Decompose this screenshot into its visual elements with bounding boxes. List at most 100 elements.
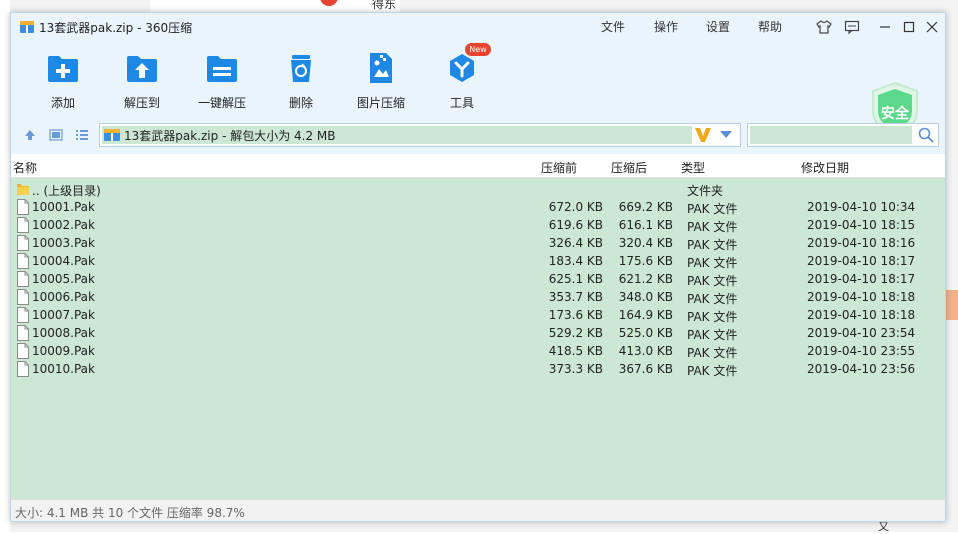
add-folder-icon <box>48 56 78 82</box>
file-row[interactable]: 10001.Pak 672.0 KB 669.2 KB PAK 文件 2019-04-1… <box>11 198 945 216</box>
column-name[interactable]: 名称 <box>13 159 37 176</box>
skin-icon[interactable] <box>814 17 834 37</box>
file-modified: 2019-04-10 23:54 <box>807 326 916 340</box>
zip-app-icon <box>20 21 34 33</box>
file-row[interactable]: 10003.Pak 326.4 KB 320.4 KB PAK 文件 2019-04-1… <box>11 234 945 252</box>
file-name: 10010.Pak <box>32 362 95 376</box>
file-modified: 2019-04-10 23:56 <box>807 362 916 376</box>
file-row[interactable]: 10004.Pak 183.4 KB 175.6 KB PAK 文件 2019-04-1… <box>11 252 945 270</box>
image-compress-label: 图片压缩 <box>356 96 405 110</box>
file-name: 10009.Pak <box>32 344 95 358</box>
column-size[interactable]: 压缩后 <box>611 159 647 176</box>
file-row[interactable]: 10005.Pak 625.1 KB 621.2 KB PAK 文件 2019-04-1… <box>11 270 945 288</box>
menu-operation[interactable]: 操作 <box>654 18 678 35</box>
background-window-fragment: 得东设置版本子 <box>150 0 400 62</box>
image-compress-button[interactable]: 图片压缩 <box>349 51 413 111</box>
file-packed-size: 672.0 KB <box>548 200 603 214</box>
file-size: 413.0 KB <box>618 344 673 358</box>
security-label: 安全 <box>881 106 909 122</box>
file-name: 10006.Pak <box>32 290 95 304</box>
file-packed-size: 418.5 KB <box>548 344 603 358</box>
menu-help[interactable]: 帮助 <box>758 18 782 35</box>
up-arrow-icon[interactable] <box>21 127 39 143</box>
file-modified: 2019-04-10 18:18 <box>807 290 916 304</box>
minimize-icon[interactable] <box>875 17 895 37</box>
column-modified[interactable]: 修改日期 <box>801 159 849 176</box>
file-type: PAK 文件 <box>687 328 738 342</box>
file-size: 525.0 KB <box>618 326 673 340</box>
file-packed-size: 326.4 KB <box>548 236 603 250</box>
one-click-extract-label: 一键解压 <box>197 96 246 110</box>
file-icon <box>17 289 29 305</box>
file-name: 10007.Pak <box>32 308 95 322</box>
background-red-icon <box>320 0 338 6</box>
column-type[interactable]: 类型 <box>681 159 705 176</box>
feedback-icon[interactable] <box>842 17 862 37</box>
file-name: 10008.Pak <box>32 326 95 340</box>
file-packed-size: 173.6 KB <box>548 308 603 322</box>
search-input[interactable] <box>750 126 912 144</box>
delete-button[interactable]: 删除 <box>269 51 333 111</box>
verified-v-icon[interactable] <box>694 126 712 144</box>
file-row[interactable]: 10010.Pak 373.3 KB 367.6 KB PAK 文件 2019-04-1… <box>11 360 945 378</box>
folder-icon <box>17 184 29 195</box>
file-list-header: 名称 压缩前 压缩后 类型 修改日期 <box>11 154 945 178</box>
add-button[interactable]: 添加 <box>31 51 95 111</box>
one-click-extract-icon <box>207 56 237 82</box>
file-row[interactable]: 10009.Pak 418.5 KB 413.0 KB PAK 文件 2019-04-1… <box>11 342 945 360</box>
title-bar[interactable]: 13套武器pak.zip - 360压缩 文件 操作 设置 帮助 <box>11 13 945 41</box>
file-icon <box>17 343 29 359</box>
file-list: .. (上级目录) 文件夹 10001.Pak 672.0 KB 669.2 KB P… <box>11 178 945 499</box>
file-row[interactable]: 10006.Pak 353.7 KB 348.0 KB PAK 文件 2019-04-1… <box>11 288 945 306</box>
maximize-icon[interactable] <box>899 17 919 37</box>
menu-settings[interactable]: 设置 <box>706 18 730 35</box>
file-type: PAK 文件 <box>687 256 738 270</box>
file-modified: 2019-04-10 23:55 <box>807 344 916 358</box>
file-type: PAK 文件 <box>687 238 738 252</box>
list-view-icon[interactable] <box>73 127 91 143</box>
thumbnail-view-icon[interactable] <box>47 127 65 143</box>
delete-label: 删除 <box>288 96 313 110</box>
file-modified: 2019-04-10 18:18 <box>807 308 916 322</box>
address-text: 13套武器pak.zip - 解包大小为 4.2 MB <box>124 129 336 143</box>
search-icon[interactable] <box>918 127 934 143</box>
file-row[interactable]: 10007.Pak 173.6 KB 164.9 KB PAK 文件 2019-04-1… <box>11 306 945 324</box>
new-badge: New <box>465 43 491 56</box>
extract-to-button[interactable]: 解压到 <box>110 51 174 111</box>
search-box[interactable] <box>747 123 939 147</box>
column-packed[interactable]: 压缩前 <box>541 159 577 176</box>
file-name: 10002.Pak <box>32 218 95 232</box>
status-text: 大小: 4.1 MB 共 10 个文件 压缩率 98.7% <box>15 506 245 520</box>
file-type: PAK 文件 <box>687 292 738 306</box>
file-size: 175.6 KB <box>618 254 673 268</box>
parent-directory-row[interactable]: .. (上级目录) 文件夹 <box>11 180 945 198</box>
address-row: 13套武器pak.zip - 解包大小为 4.2 MB <box>11 121 945 149</box>
tools-button[interactable]: 工具 <box>430 51 494 111</box>
desktop-left-strip <box>0 0 10 532</box>
file-type: PAK 文件 <box>687 202 738 216</box>
status-bar: 大小: 4.1 MB 共 10 个文件 压缩率 98.7% <box>11 499 945 521</box>
file-icon <box>17 361 29 377</box>
file-packed-size: 373.3 KB <box>548 362 603 376</box>
file-packed-size: 353.7 KB <box>548 290 603 304</box>
file-row[interactable]: 10002.Pak 619.6 KB 616.1 KB PAK 文件 2019-04-1… <box>11 216 945 234</box>
file-icon <box>17 271 29 287</box>
close-icon[interactable] <box>922 17 942 37</box>
file-packed-size: 183.4 KB <box>548 254 603 268</box>
archive-window: 13套武器pak.zip - 360压缩 文件 操作 设置 帮助 添加 解压到 … <box>10 12 946 522</box>
file-icon <box>17 199 29 215</box>
file-modified: 2019-04-10 18:15 <box>807 218 916 232</box>
file-size: 348.0 KB <box>618 290 673 304</box>
file-icon <box>17 217 29 233</box>
file-icon <box>17 325 29 341</box>
file-name: 10003.Pak <box>32 236 95 250</box>
file-type: PAK 文件 <box>687 220 738 234</box>
address-dropdown-icon[interactable] <box>720 131 732 138</box>
one-click-extract-button[interactable]: 一键解压 <box>190 51 254 111</box>
recycle-bin-icon <box>291 55 311 82</box>
address-bar[interactable]: 13套武器pak.zip - 解包大小为 4.2 MB <box>99 123 741 147</box>
file-size: 616.1 KB <box>618 218 673 232</box>
file-name: 10005.Pak <box>32 272 95 286</box>
menu-file[interactable]: 文件 <box>601 18 625 35</box>
file-row[interactable]: 10008.Pak 529.2 KB 525.0 KB PAK 文件 2019-04-1… <box>11 324 945 342</box>
